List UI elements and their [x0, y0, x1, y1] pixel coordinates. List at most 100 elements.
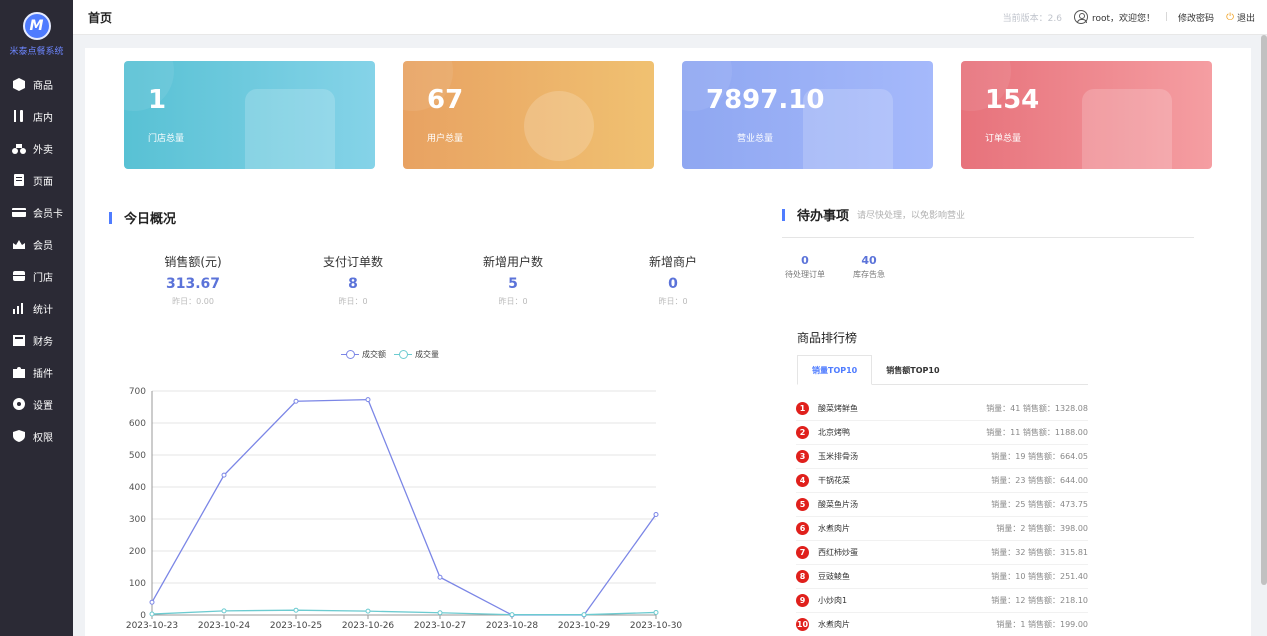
ranking-row: 5 酸菜鱼片汤 销量：25 销售额：473.75 [796, 493, 1088, 517]
rank-badge: 7 [796, 546, 809, 559]
sidebar-item-9[interactable]: 插件 [0, 356, 73, 388]
product-name: 水煮肉片 [818, 524, 850, 533]
sidebar-item-3[interactable]: 页面 [0, 164, 73, 196]
shield-icon [11, 429, 27, 443]
store-total-card[interactable]: 1 门店总量 [124, 61, 375, 169]
tab-sales-amount[interactable]: 销售额TOP10 [872, 355, 953, 385]
ranking-row: 2 北京烤鸭 销量：11 销售额：1188.00 [796, 421, 1088, 445]
product-name: 玉米排骨汤 [818, 452, 858, 461]
tab-sales-volume[interactable]: 销量TOP10 [797, 355, 873, 385]
sidebar-item-label: 外卖 [33, 144, 53, 156]
product-stats: 销量：19 销售额：664.05 [991, 452, 1088, 461]
legend-item-amount[interactable]: 成交额 [341, 349, 386, 360]
change-password-link[interactable]: 修改密码 [1178, 11, 1214, 24]
sidebar-item-2[interactable]: 外卖 [0, 132, 73, 164]
sidebar-item-label: 门店 [33, 272, 53, 284]
overview-title: 今日概况 [109, 208, 176, 227]
data-point [221, 472, 227, 478]
data-point [437, 574, 443, 580]
rank-badge: 2 [796, 426, 809, 439]
clipboard-icon [1082, 89, 1172, 169]
x-tick-label: 2023-10-26 [342, 621, 395, 631]
ranking-title: 商品排行榜 [797, 331, 858, 345]
sidebar-item-4[interactable]: 会员卡 [0, 196, 73, 228]
version-text: 当前版本：2.6 [1002, 13, 1062, 24]
ranking-row: 6 水煮肉片 销量：2 销售额：398.00 [796, 517, 1088, 541]
order-total-value: 154 [985, 85, 1040, 115]
product-name: 干锅花菜 [818, 476, 850, 485]
ranking-row: 8 豆豉鲮鱼 销量：10 销售额：251.40 [796, 565, 1088, 589]
overview-new-merchants: 新增商户 0 昨日：0 [648, 255, 697, 306]
y-tick-label: 100 [129, 579, 146, 589]
sidebar-item-8[interactable]: 财务 [0, 324, 73, 356]
scooter-icon [11, 141, 27, 155]
power-icon[interactable]: ⏻ [1226, 12, 1234, 23]
data-point [581, 612, 587, 618]
sidebar-nav: 商品店内外卖页面 会员卡 会员门店统计财务插件 设置权限 [0, 68, 73, 452]
rank-badge: 10 [796, 618, 809, 631]
data-point [509, 612, 515, 618]
sidebar: M 米泰点餐系统 商品店内外卖页面 会员卡 会员门店统计财务插件 设置权限 [0, 0, 73, 636]
logout-link[interactable]: 退出 [1237, 11, 1255, 24]
y-tick-label: 700 [129, 387, 146, 397]
y-tick-label: 0 [140, 611, 146, 621]
y-tick-label: 300 [129, 515, 146, 525]
x-tick-label: 2023-10-24 [198, 621, 251, 631]
chart-icon [11, 301, 27, 315]
ranking-row: 4 干锅花菜 销量：23 销售额：644.00 [796, 469, 1088, 493]
sidebar-item-1[interactable]: 店内 [0, 100, 73, 132]
product-name: 酸菜烤鲜鱼 [818, 404, 858, 413]
ranking-row: 10 水煮肉片 销量：1 销售额：199.00 [796, 613, 1088, 636]
header: 首页 当前版本：2.6 root，欢迎您！ | 修改密码 ⏻ 退出 [73, 0, 1267, 35]
page-icon [11, 173, 27, 187]
sidebar-item-5[interactable]: 会员 [0, 228, 73, 260]
sidebar-item-6[interactable]: 门店 [0, 260, 73, 292]
logo: M 米泰点餐系统 [0, 0, 73, 68]
product-stats: 销量：41 销售额：1328.08 [986, 404, 1088, 413]
revenue-total-card[interactable]: 7897.10 营业总量 [682, 61, 933, 169]
todo-pending-orders[interactable]: 0 待处理订单 [785, 254, 825, 280]
order-total-card[interactable]: 154 订单总量 [961, 61, 1212, 169]
data-point [653, 512, 659, 518]
todo-low-stock[interactable]: 40 库存告急 [853, 254, 885, 280]
user-total-label: 用户总量 [427, 134, 464, 144]
overview-orders: 支付订单数 8 昨日：0 [322, 255, 383, 306]
sidebar-item-label: 店内 [33, 112, 53, 124]
product-stats: 销量：1 销售额：199.00 [996, 620, 1088, 629]
x-tick-label: 2023-10-30 [630, 621, 683, 631]
data-point [437, 610, 443, 616]
user-total-value: 67 [427, 85, 464, 115]
product-stats: 销量：2 销售额：398.00 [996, 524, 1088, 533]
sidebar-item-label: 商品 [33, 80, 53, 92]
x-tick-label: 2023-10-25 [270, 621, 322, 631]
scrollbar[interactable] [1261, 35, 1267, 585]
product-name: 西红柿炒蛋 [818, 548, 858, 557]
revenue-total-label: 营业总量 [737, 134, 774, 144]
x-tick-label: 2023-10-28 [486, 621, 539, 631]
data-point [293, 398, 299, 404]
product-stats: 销量：10 销售额：251.40 [991, 572, 1088, 581]
product-stats: 销量：12 销售额：218.10 [991, 596, 1088, 605]
y-tick-label: 400 [129, 483, 146, 493]
rank-badge: 3 [796, 450, 809, 463]
legend-item-count[interactable]: 成交量 [394, 349, 439, 360]
data-point [365, 397, 371, 403]
rank-badge: 1 [796, 402, 809, 415]
store-icon [11, 269, 27, 283]
sidebar-item-7[interactable]: 统计 [0, 292, 73, 324]
revenue-total-value: 7897.10 [706, 85, 825, 115]
sidebar-item-label: 权限 [33, 432, 53, 444]
x-tick-label: 2023-10-23 [126, 621, 178, 631]
sidebar-item-label: 财务 [33, 336, 53, 348]
product-name: 北京烤鸭 [818, 428, 850, 437]
sidebar-item-0[interactable]: 商品 [0, 68, 73, 100]
brand-name: 米泰点餐系统 [9, 46, 64, 57]
product-stats: 销量：32 销售额：315.81 [991, 548, 1088, 557]
rank-badge: 9 [796, 594, 809, 607]
user-total-card[interactable]: 67 用户总量 [403, 61, 654, 169]
sidebar-item-11[interactable]: 权限 [0, 420, 73, 452]
rank-badge: 4 [796, 474, 809, 487]
data-point [221, 608, 227, 614]
rank-badge: 6 [796, 522, 809, 535]
sidebar-item-10[interactable]: 设置 [0, 388, 73, 420]
